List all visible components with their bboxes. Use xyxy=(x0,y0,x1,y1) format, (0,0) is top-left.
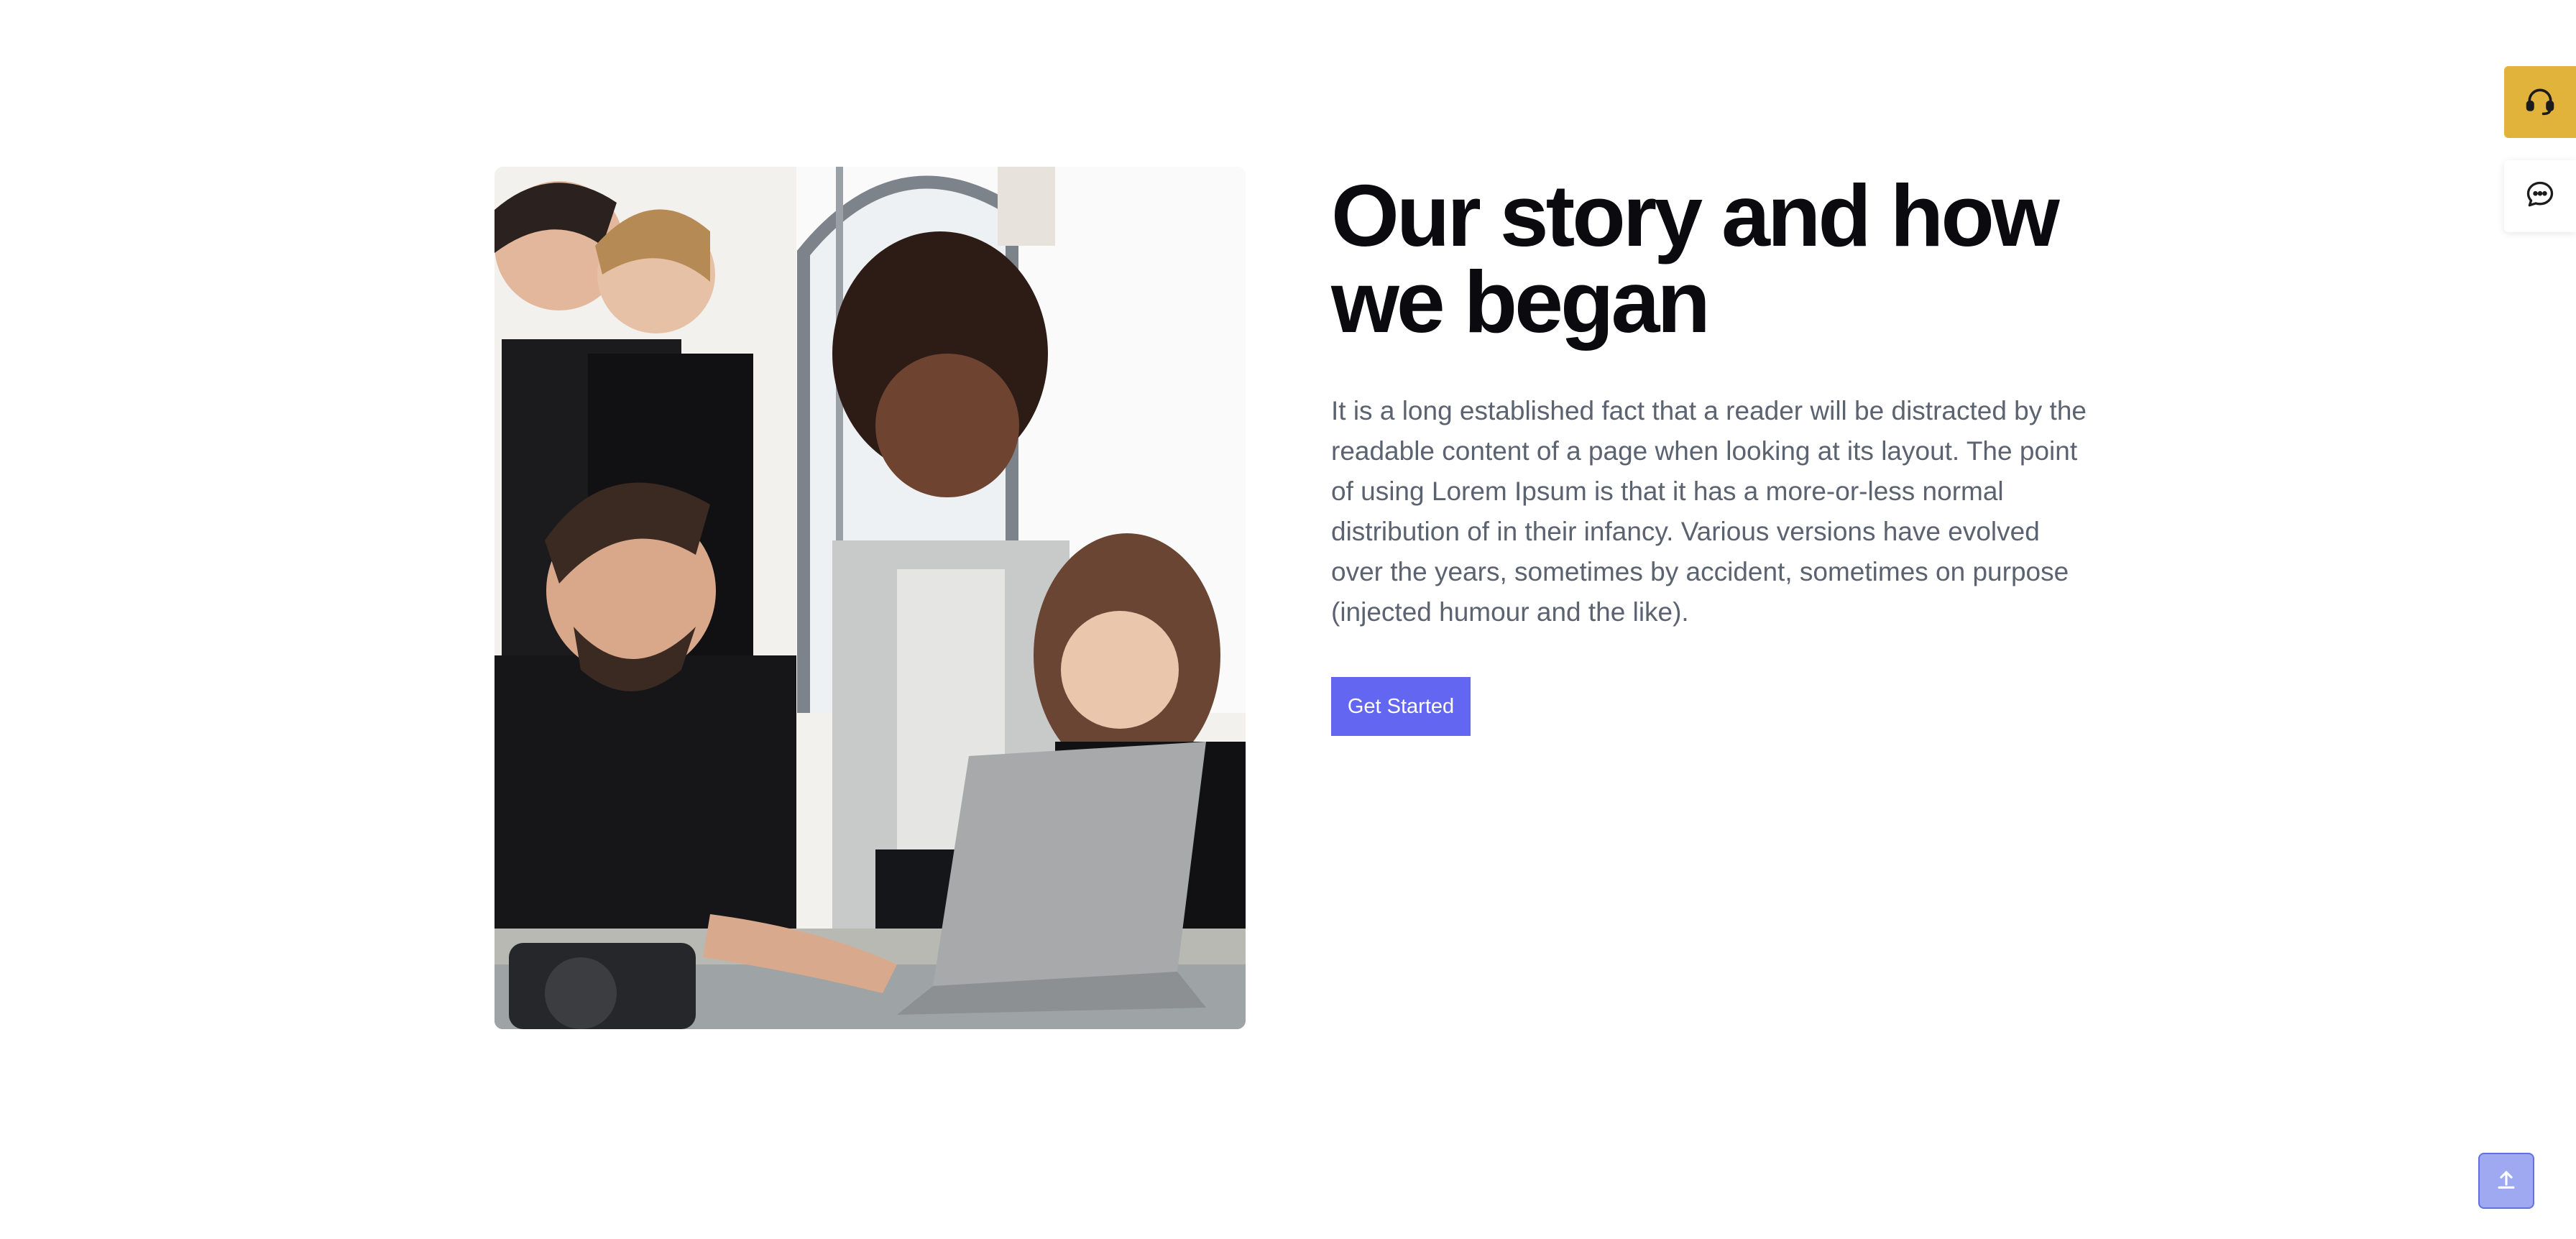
chat-bubble-icon xyxy=(2524,179,2556,214)
hero-image xyxy=(494,167,1246,1029)
page-title: Our story and how we began xyxy=(1331,167,2060,351)
team-photo-illustration xyxy=(494,167,1246,1029)
back-to-top-button[interactable] xyxy=(2478,1153,2534,1209)
hero-description: It is a long established fact that a rea… xyxy=(1331,396,2087,627)
get-started-button[interactable]: Get Started xyxy=(1331,677,1471,736)
hero-content: Our story and how we began It is a long … xyxy=(1331,172,2093,736)
arrow-up-icon xyxy=(2494,1167,2518,1195)
support-widget-button[interactable] xyxy=(2504,66,2576,138)
headset-icon xyxy=(2524,85,2556,120)
chat-widget-button[interactable] xyxy=(2504,160,2576,232)
